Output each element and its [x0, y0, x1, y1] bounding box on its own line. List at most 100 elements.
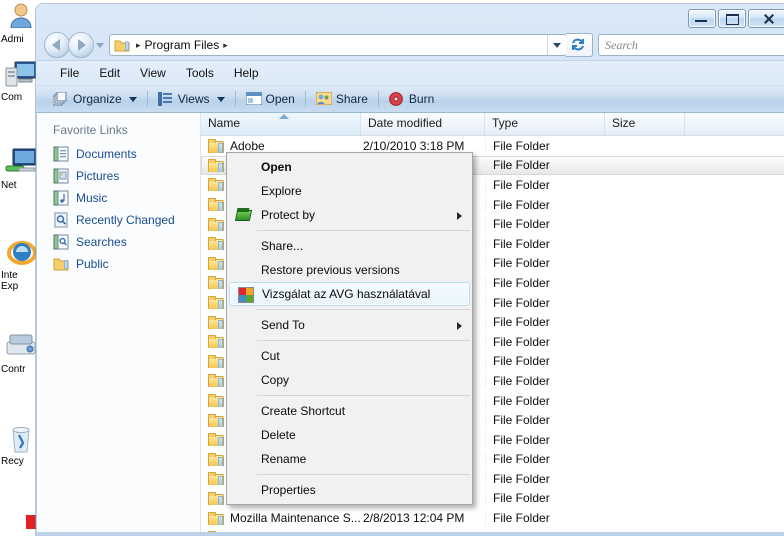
sort-ascending-icon — [279, 114, 289, 119]
context-menu-item-open[interactable]: Open — [227, 155, 472, 179]
open-icon — [245, 91, 262, 106]
forward-button[interactable] — [68, 32, 94, 58]
context-menu-item-properties[interactable]: Properties — [227, 478, 472, 502]
context-menu-item-vizsg-lat-az-avg-haszn-lat-val[interactable]: Vizsgálat az AVG használatával — [229, 282, 470, 306]
cell-type: File Folder — [485, 373, 605, 388]
folder-icon — [208, 276, 224, 290]
cell-type: File Folder — [485, 452, 605, 467]
cell-name: Adobe — [201, 139, 361, 153]
breadcrumb-program-files[interactable]: Program Files — [145, 38, 220, 52]
chevron-down-icon — [216, 96, 225, 102]
submenu-arrow-icon — [457, 322, 462, 330]
menu-bar: File Edit View Tools Help — [36, 60, 784, 85]
sidebar-item-label: Recently Changed — [76, 213, 175, 227]
column-header-size[interactable]: Size — [605, 113, 685, 135]
window-controls — [688, 9, 784, 28]
context-menu[interactable]: Open Explore Protect by Share... Restore pre… — [226, 152, 473, 505]
column-header-filler — [685, 113, 784, 135]
cell-type: File Folder — [485, 432, 605, 447]
computer-icon — [5, 60, 37, 92]
cell-date-modified: 2/10/2010 3:18 PM — [363, 138, 465, 153]
context-menu-item-label: Copy — [261, 373, 290, 387]
address-bar[interactable]: ▸ Program Files ▸ — [109, 34, 567, 56]
avg-icon — [238, 287, 254, 303]
folder-icon — [208, 433, 224, 447]
context-menu-item-label: Properties — [261, 483, 316, 497]
folder-icon — [208, 394, 224, 408]
folder-icon — [208, 198, 224, 212]
menu-help[interactable]: Help — [224, 64, 269, 82]
views-button[interactable]: Views — [151, 90, 232, 108]
sidebar-item-label: Searches — [76, 235, 127, 249]
submenu-arrow-icon — [457, 212, 462, 220]
context-menu-items: Open Explore Protect by Share... Restore pre… — [227, 155, 472, 502]
sidebar-item-label: Music — [76, 191, 108, 205]
table-row[interactable]: Mozilla Thunderbird 3 3/30/2011 9:26 AMFi… — [201, 528, 784, 532]
context-menu-separator — [257, 395, 470, 396]
context-menu-item-explore[interactable]: Explore — [227, 179, 472, 203]
context-menu-item-restore-previous-versions[interactable]: Restore previous versions — [227, 258, 472, 282]
organize-button[interactable]: Organize — [46, 90, 144, 108]
sidebar-item-documents[interactable]: Documents — [47, 143, 200, 165]
folder-icon — [208, 374, 224, 388]
cell-date-modified: 3/30/2011 9:26 AM — [361, 531, 485, 532]
open-label: Open — [265, 92, 295, 106]
cell-type: File Folder — [485, 256, 605, 271]
history-dropdown-icon[interactable] — [94, 33, 106, 57]
cell-type: File Folder — [485, 471, 605, 486]
column-header-date-modified[interactable]: Date modified — [361, 113, 485, 135]
folder-icon — [208, 217, 224, 231]
menu-tools[interactable]: Tools — [176, 64, 224, 82]
network-icon — [5, 148, 37, 180]
sidebar-item-pictures[interactable]: Pictures — [47, 165, 200, 187]
cell-name: Mozilla Maintenance S... — [201, 511, 361, 526]
column-header-name[interactable]: Name — [201, 113, 361, 135]
refresh-button[interactable] — [566, 33, 593, 57]
admin-user-icon — [5, 2, 37, 34]
cell-type: File Folder — [485, 177, 605, 192]
share-icon — [315, 91, 333, 106]
toolbar-separator — [146, 91, 148, 107]
folder-icon — [208, 315, 224, 329]
toolbar-separator — [304, 91, 306, 107]
folder-icon — [208, 491, 224, 506]
sidebar-item-searches[interactable]: Searches — [47, 231, 200, 253]
share-button[interactable]: Share — [309, 90, 375, 108]
folder-icon — [208, 531, 224, 532]
sidebar-item-recently-changed[interactable]: Recently Changed — [47, 209, 200, 231]
back-button[interactable] — [44, 32, 70, 58]
sidebar-item-music[interactable]: Music — [47, 187, 200, 209]
cell-type: File Folder — [485, 236, 605, 251]
address-dropdown-icon[interactable] — [547, 35, 566, 55]
context-menu-item-delete[interactable]: Delete — [227, 423, 472, 447]
folder-icon — [208, 178, 224, 192]
search-input[interactable]: Search — [598, 34, 784, 56]
context-menu-item-label: Cut — [261, 349, 280, 363]
context-menu-item-protect-by[interactable]: Protect by — [227, 203, 472, 227]
folder-icon — [208, 511, 224, 526]
menu-edit[interactable]: Edit — [89, 64, 130, 82]
column-header-type[interactable]: Type — [485, 113, 605, 135]
cell-type: File Folder — [485, 393, 605, 408]
column-header-label: Date modified — [368, 116, 443, 130]
context-menu-item-copy[interactable]: Copy — [227, 368, 472, 392]
context-menu-item-share[interactable]: Share... — [227, 234, 472, 258]
context-menu-item-send-to[interactable]: Send To — [227, 313, 472, 337]
chevron-down-icon — [128, 96, 137, 102]
breadcrumb-separator-2[interactable]: ▸ — [223, 40, 228, 51]
menu-view[interactable]: View — [130, 64, 176, 82]
close-button[interactable] — [748, 9, 784, 28]
minimize-button[interactable] — [688, 9, 716, 28]
cell-date-modified: 2/8/2013 12:04 PM — [363, 511, 465, 526]
maximize-button[interactable] — [718, 9, 746, 28]
table-row[interactable]: Mozilla Maintenance S... 2/8/2013 12:04 P… — [201, 508, 784, 528]
cell-name: Mozilla Thunderbird 3 — [201, 531, 361, 532]
context-menu-item-rename[interactable]: Rename — [227, 447, 472, 471]
sidebar-item-public[interactable]: Public — [47, 253, 200, 275]
open-button[interactable]: Open — [239, 90, 302, 108]
context-menu-item-cut[interactable]: Cut — [227, 344, 472, 368]
context-menu-item-create-shortcut[interactable]: Create Shortcut — [227, 399, 472, 423]
menu-file[interactable]: File — [50, 64, 89, 82]
context-menu-item-label: Delete — [261, 428, 296, 442]
burn-button[interactable]: Burn — [382, 90, 441, 108]
